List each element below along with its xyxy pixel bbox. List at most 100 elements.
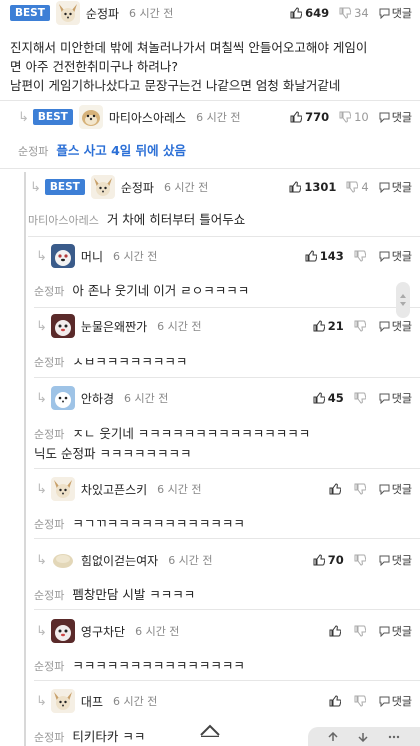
avatar[interactable]: [50, 477, 75, 501]
thumbs-up-icon: [290, 7, 303, 19]
avatar[interactable]: [50, 386, 75, 410]
nickname[interactable]: 순정파: [121, 179, 154, 196]
nickname[interactable]: 차있고픈스키: [81, 481, 147, 498]
mention[interactable]: 순정파: [18, 145, 48, 158]
mention[interactable]: 마티아스아레스: [28, 214, 99, 227]
thumbs-down-icon: [339, 111, 352, 123]
mention[interactable]: 순정파: [34, 731, 64, 744]
thumbs-up-icon: [289, 181, 302, 193]
thumbs-up-icon: [313, 320, 325, 332]
timestamp: 6 시간 전: [135, 625, 180, 638]
reply-icon: [379, 251, 390, 262]
mention[interactable]: 순정파: [34, 518, 64, 531]
more-icon[interactable]: [388, 735, 400, 739]
mention[interactable]: 순정파: [34, 285, 64, 298]
like-button[interactable]: 21: [313, 319, 344, 333]
comment-header: ↳ 안하경 6 시간 전 45 댓글: [0, 385, 420, 411]
nickname[interactable]: 마티아스아레스: [109, 109, 186, 126]
reply-button[interactable]: 댓글: [379, 5, 412, 21]
comment-header: ↳ 힘없이걷는여자 6 시간 전 70 댓글: [0, 547, 420, 573]
chevron-down-icon: [400, 302, 406, 306]
avatar[interactable]: [78, 105, 103, 129]
comment-body: 순정파 펨창만담 시발 ㅋㅋㅋㅋ: [0, 585, 420, 605]
dislike-button[interactable]: [354, 483, 369, 495]
like-button[interactable]: [329, 483, 344, 495]
avatar[interactable]: [50, 619, 75, 643]
like-button[interactable]: 770: [290, 110, 329, 124]
reply-button[interactable]: 댓글: [379, 552, 412, 568]
comment-text: 플스 사고 4일 뒤에 샀음: [56, 143, 186, 158]
nickname[interactable]: 눈물은왜짠가: [81, 318, 147, 335]
avatar[interactable]: [50, 548, 75, 572]
reply-icon: [379, 393, 390, 404]
timestamp: 6 시간 전: [168, 554, 213, 567]
reply-button[interactable]: 댓글: [379, 318, 412, 334]
reply-label: 댓글: [391, 181, 412, 194]
comment-body: 마티아스아레스 거 차에 히터부터 틀어두쇼: [0, 210, 420, 230]
dislike-button[interactable]: 4: [346, 180, 369, 194]
chevron-up-icon: [400, 294, 406, 298]
dislike-button[interactable]: [354, 392, 369, 404]
avatar[interactable]: [50, 314, 75, 338]
mention[interactable]: 순정파: [34, 356, 64, 369]
reply-arrow-icon: ↳: [18, 109, 29, 125]
thumbs-up-icon: [329, 695, 341, 707]
scroll-top-button[interactable]: [191, 714, 229, 746]
timestamp: 6 시간 전: [113, 250, 158, 263]
reply-arrow-icon: ↳: [36, 623, 47, 639]
dislike-button[interactable]: [354, 695, 369, 707]
avatar[interactable]: [55, 1, 80, 25]
mention[interactable]: 순정파: [34, 660, 64, 673]
dislike-button[interactable]: 10: [339, 110, 369, 124]
thumbs-up-icon: [329, 483, 341, 495]
scroll-handle[interactable]: [396, 282, 410, 318]
comment-text: ㅅㅂㅋㅋㅋㅋㅋㅋㅋㅋ: [72, 354, 188, 369]
like-count: 45: [327, 391, 344, 405]
reply-button[interactable]: 댓글: [379, 390, 412, 406]
arrow-up-icon[interactable]: [328, 731, 338, 742]
nickname[interactable]: 머니: [81, 248, 103, 265]
comment-header: ↳ 대프 6 시간 전 댓글: [0, 688, 420, 714]
like-count: 21: [327, 319, 344, 333]
nickname[interactable]: 힘없이걷는여자: [81, 552, 158, 569]
reply-label: 댓글: [391, 111, 412, 124]
reply-button[interactable]: 댓글: [379, 248, 412, 264]
nickname[interactable]: 영구차단: [81, 623, 125, 640]
avatar[interactable]: [50, 689, 75, 713]
like-button[interactable]: 143: [305, 249, 344, 263]
dislike-button[interactable]: [354, 250, 369, 262]
thumbs-down-icon: [346, 181, 359, 193]
avatar[interactable]: [90, 175, 115, 199]
dislike-button[interactable]: 34: [339, 6, 369, 20]
like-button[interactable]: [329, 625, 344, 637]
reply-button[interactable]: 댓글: [379, 623, 412, 639]
like-count: 770: [305, 110, 330, 124]
chevron-up-icon: [200, 724, 220, 737]
reply-label: 댓글: [391, 250, 412, 263]
like-count: 1301: [304, 180, 337, 194]
like-button[interactable]: 45: [313, 391, 344, 405]
reply-button[interactable]: 댓글: [379, 179, 412, 195]
thumbs-down-icon: [354, 250, 366, 262]
dislike-button[interactable]: [354, 554, 369, 566]
avatar[interactable]: [50, 244, 75, 268]
dislike-button[interactable]: [354, 320, 369, 332]
reply-button[interactable]: 댓글: [379, 481, 412, 497]
dislike-button[interactable]: [354, 625, 369, 637]
nickname[interactable]: 대프: [81, 693, 103, 710]
like-button[interactable]: [329, 695, 344, 707]
reply-button[interactable]: 댓글: [379, 693, 412, 709]
divider: [34, 468, 420, 469]
arrow-down-icon[interactable]: [358, 732, 368, 742]
thumbs-up-icon: [305, 250, 317, 262]
nickname[interactable]: 안하경: [81, 390, 114, 407]
like-button[interactable]: 70: [313, 553, 344, 567]
mention[interactable]: 순정파: [34, 428, 64, 441]
like-button[interactable]: 1301: [289, 180, 336, 194]
nickname[interactable]: 순정파: [86, 5, 119, 22]
mention[interactable]: 순정파: [34, 589, 64, 602]
like-button[interactable]: 649: [290, 6, 329, 20]
like-count: 649: [305, 6, 330, 20]
reply-button[interactable]: 댓글: [379, 109, 412, 125]
comment-body: 순정파 ㅈㄴ 웃기네 ㅋㅋㅋㅋㅋㅋㅋㅋㅋㅋㅋㅋㅋㅋㅋ 닉도 순정파 ㅋㅋㅋㅋㅋㅋ…: [0, 424, 420, 463]
